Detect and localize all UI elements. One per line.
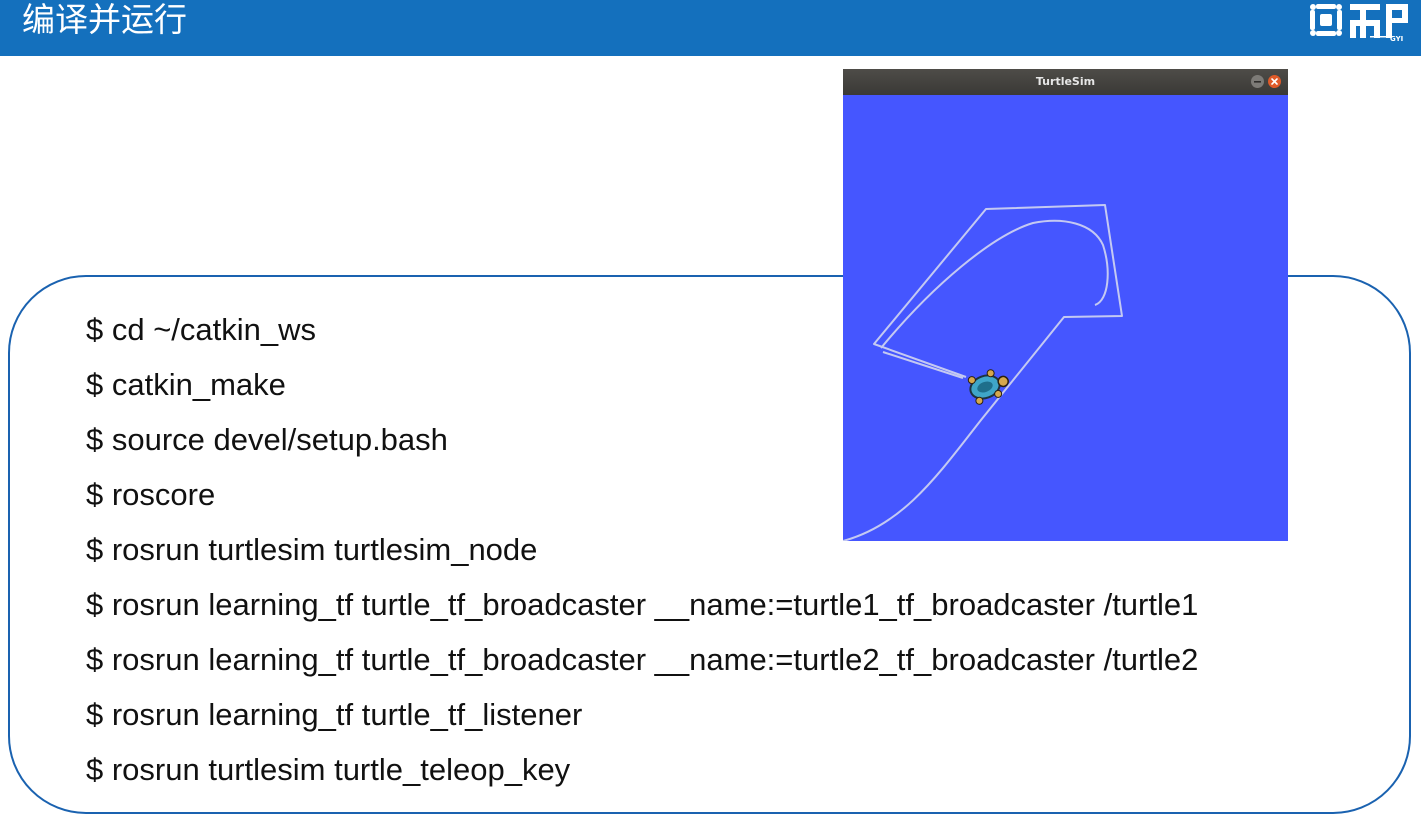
turtle-path	[843, 204, 1123, 541]
close-button[interactable]	[1268, 75, 1281, 88]
turtle-icon	[967, 369, 1009, 405]
window-title: TurtleSim	[1035, 75, 1096, 88]
logo-caption: GYI	[1390, 35, 1403, 43]
minimize-button[interactable]	[1251, 75, 1264, 88]
command-line: $ rosrun learning_tf turtle_tf_broadcast…	[86, 642, 1199, 677]
logo-icon: GYI	[1310, 4, 1408, 43]
window-titlebar[interactable]: TurtleSim	[843, 69, 1288, 95]
turtlesim-window[interactable]: TurtleSim	[843, 69, 1288, 541]
close-icon	[1271, 78, 1278, 85]
command-line: $ rosrun turtlesim turtle_teleop_key	[86, 752, 571, 787]
command-line: $ rosrun learning_tf turtle_tf_listener	[86, 697, 583, 732]
minimize-icon	[1254, 81, 1261, 83]
logo: GYI	[1306, 0, 1421, 46]
turtlesim-canvas	[843, 204, 1123, 541]
page-title: 编译并运行	[22, 0, 187, 39]
header-bar: 编译并运行 GYI	[0, 0, 1421, 56]
command-line: $ rosrun learning_tf turtle_tf_broadcast…	[86, 587, 1199, 622]
